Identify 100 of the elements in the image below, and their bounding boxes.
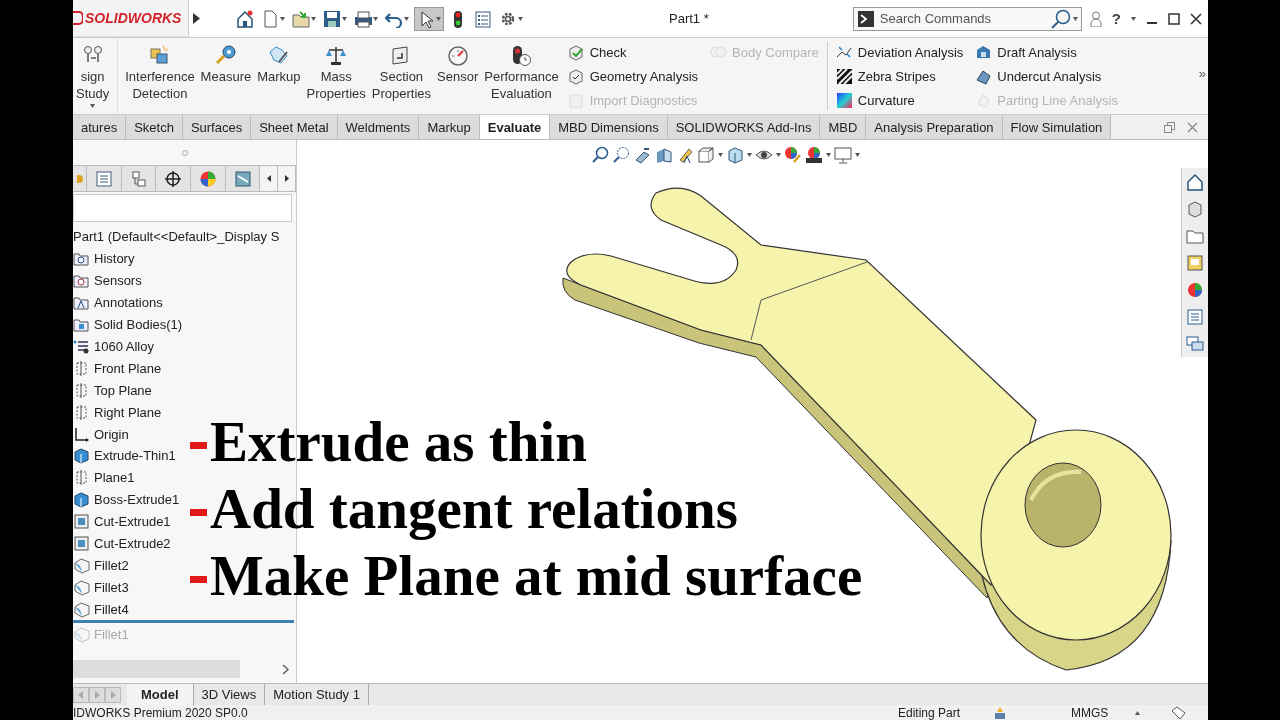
tree-root-label[interactable]: Part1 (Default<<Default>_Display S xyxy=(73,226,296,248)
view-palette-icon[interactable] xyxy=(1186,253,1204,272)
scroll-right-icon[interactable] xyxy=(282,663,290,675)
restore-icon[interactable] xyxy=(1164,121,1175,133)
ribbon-tab[interactable]: atures xyxy=(73,115,127,139)
caret-icon[interactable] xyxy=(747,153,752,157)
zoom-area-icon[interactable] xyxy=(613,146,631,164)
ribbon-item[interactable]: Draft Analysis xyxy=(975,42,1118,63)
check-icon xyxy=(567,44,585,61)
caret-icon[interactable] xyxy=(718,153,723,157)
previous-view-icon[interactable] xyxy=(634,146,652,164)
print-icon[interactable] xyxy=(354,9,372,28)
display-icon[interactable] xyxy=(233,169,252,188)
caret-icon[interactable] xyxy=(776,153,781,157)
list-icon[interactable] xyxy=(474,9,492,28)
section-view-icon[interactable] xyxy=(655,146,673,164)
scroll-left-icon[interactable] xyxy=(266,175,271,182)
design-study-button[interactable]: sign Study xyxy=(73,38,119,114)
ribbon-button[interactable]: Performance Evaluation xyxy=(481,38,562,114)
save-icon[interactable] xyxy=(323,9,341,28)
user-icon[interactable] xyxy=(1089,10,1102,27)
rebuild-icon[interactable] xyxy=(993,705,1007,720)
ribbon-tab[interactable]: Weldments xyxy=(337,115,420,139)
help-button[interactable]: ? xyxy=(1111,10,1121,27)
flyout-icon[interactable] xyxy=(193,13,200,24)
appearance-icon[interactable] xyxy=(198,169,217,188)
caret-icon[interactable] xyxy=(826,153,831,157)
configuration-icon[interactable] xyxy=(129,169,148,188)
rollback-bar[interactable] xyxy=(73,620,294,624)
tree-item[interactable]: History xyxy=(73,248,296,270)
zoom-fit-icon[interactable] xyxy=(592,146,610,164)
ribbon-item[interactable]: Geometry Analysis xyxy=(567,66,699,87)
ribbon-button[interactable]: Markup xyxy=(254,38,304,114)
tree-item[interactable]: Annotations xyxy=(73,291,296,314)
caret-icon[interactable] xyxy=(1131,16,1136,21)
dash-mark xyxy=(190,509,207,516)
edit-appearance-icon[interactable] xyxy=(784,146,802,164)
caret-icon[interactable] xyxy=(373,16,378,21)
search-field[interactable]: Search Commands xyxy=(852,6,1082,31)
editing-status: Editing Part xyxy=(898,705,962,720)
ribbon-button[interactable]: Section Properties xyxy=(368,38,435,114)
ribbon-tab[interactable]: Markup xyxy=(419,115,480,139)
caret-icon[interactable] xyxy=(518,16,523,21)
scroll-right-icon[interactable] xyxy=(284,175,289,182)
appearances-icon[interactable] xyxy=(1186,280,1204,299)
dash-mark xyxy=(190,442,207,449)
home-icon[interactable] xyxy=(236,9,254,28)
caret-icon[interactable] xyxy=(404,16,409,21)
ribbon-tab[interactable]: MBD xyxy=(820,115,867,139)
tree-item[interactable]: Top Plane xyxy=(73,379,296,402)
ribbon-tab[interactable]: Sketch xyxy=(126,115,183,139)
ribbon-button[interactable]: Interference Detection xyxy=(122,38,198,114)
caret-icon[interactable] xyxy=(90,104,96,108)
scrollbar-thumb[interactable] xyxy=(73,660,240,678)
custom-properties-icon[interactable] xyxy=(1186,307,1204,326)
caret-icon[interactable] xyxy=(436,16,441,21)
search-icon[interactable] xyxy=(1050,8,1071,29)
caret-icon[interactable] xyxy=(1072,16,1078,21)
filter-field[interactable] xyxy=(73,194,292,222)
display-style-icon[interactable] xyxy=(726,146,744,164)
caret-icon[interactable] xyxy=(280,16,285,21)
curvature-icon xyxy=(835,92,853,109)
ribbon-item[interactable]: Deviation Analysis xyxy=(835,42,964,63)
tool-icon xyxy=(324,44,349,66)
ribbon-tab[interactable]: Sheet Metal xyxy=(251,115,338,139)
tree-item[interactable]: 1060 Alloy xyxy=(73,335,296,358)
model-tab[interactable]: Model xyxy=(127,684,194,705)
caret-icon[interactable] xyxy=(342,16,347,21)
apply-scene-icon[interactable] xyxy=(805,146,823,164)
ribbon-tab[interactable]: Flow Simulation xyxy=(1002,115,1112,139)
home-icon[interactable] xyxy=(1186,172,1204,191)
caret-icon[interactable] xyxy=(855,153,860,157)
more-button[interactable]: » xyxy=(1198,66,1206,81)
ribbon-item[interactable]: Zebra Stripes xyxy=(835,66,964,87)
ribbon-item[interactable]: Undercut Analysis xyxy=(975,66,1118,87)
ribbon-button[interactable]: Measure xyxy=(197,38,255,114)
ribbon-button[interactable]: Sensor xyxy=(434,38,482,114)
ribbon-item[interactable]: Check xyxy=(567,42,699,63)
ribbon-tab[interactable]: MBD Dimensions xyxy=(550,115,668,139)
ribbon-button[interactable]: Mass Properties xyxy=(303,38,369,114)
crosshair-icon[interactable] xyxy=(164,169,183,188)
ribbon-tab[interactable]: Surfaces xyxy=(182,115,252,139)
tree-item[interactable]: Solid Bodies(1) xyxy=(73,313,296,336)
forum-icon[interactable] xyxy=(1186,334,1204,353)
ribbon-tab[interactable]: Analysis Preparation xyxy=(866,115,1003,139)
ribbon-item[interactable]: Curvature xyxy=(835,90,964,111)
close-icon[interactable] xyxy=(1190,12,1202,25)
property-icon[interactable] xyxy=(94,169,113,188)
caret-icon[interactable] xyxy=(311,16,316,21)
caret-icon[interactable] xyxy=(1135,710,1140,715)
diagnostics-icon xyxy=(567,92,585,109)
units-status[interactable]: MMGS xyxy=(1071,705,1135,720)
maximize-icon[interactable] xyxy=(1168,12,1180,25)
compare-icon xyxy=(710,44,728,61)
view-orientation-icon[interactable] xyxy=(697,146,715,164)
ribbon-tab[interactable]: Evaluate xyxy=(479,115,551,139)
ribbon-tab[interactable]: SOLIDWORKS Add-Ins xyxy=(667,115,821,139)
parts-library-icon[interactable] xyxy=(1186,199,1204,218)
tree-item[interactable]: Front Plane xyxy=(73,357,296,380)
tree-item[interactable]: Sensors xyxy=(73,269,296,292)
